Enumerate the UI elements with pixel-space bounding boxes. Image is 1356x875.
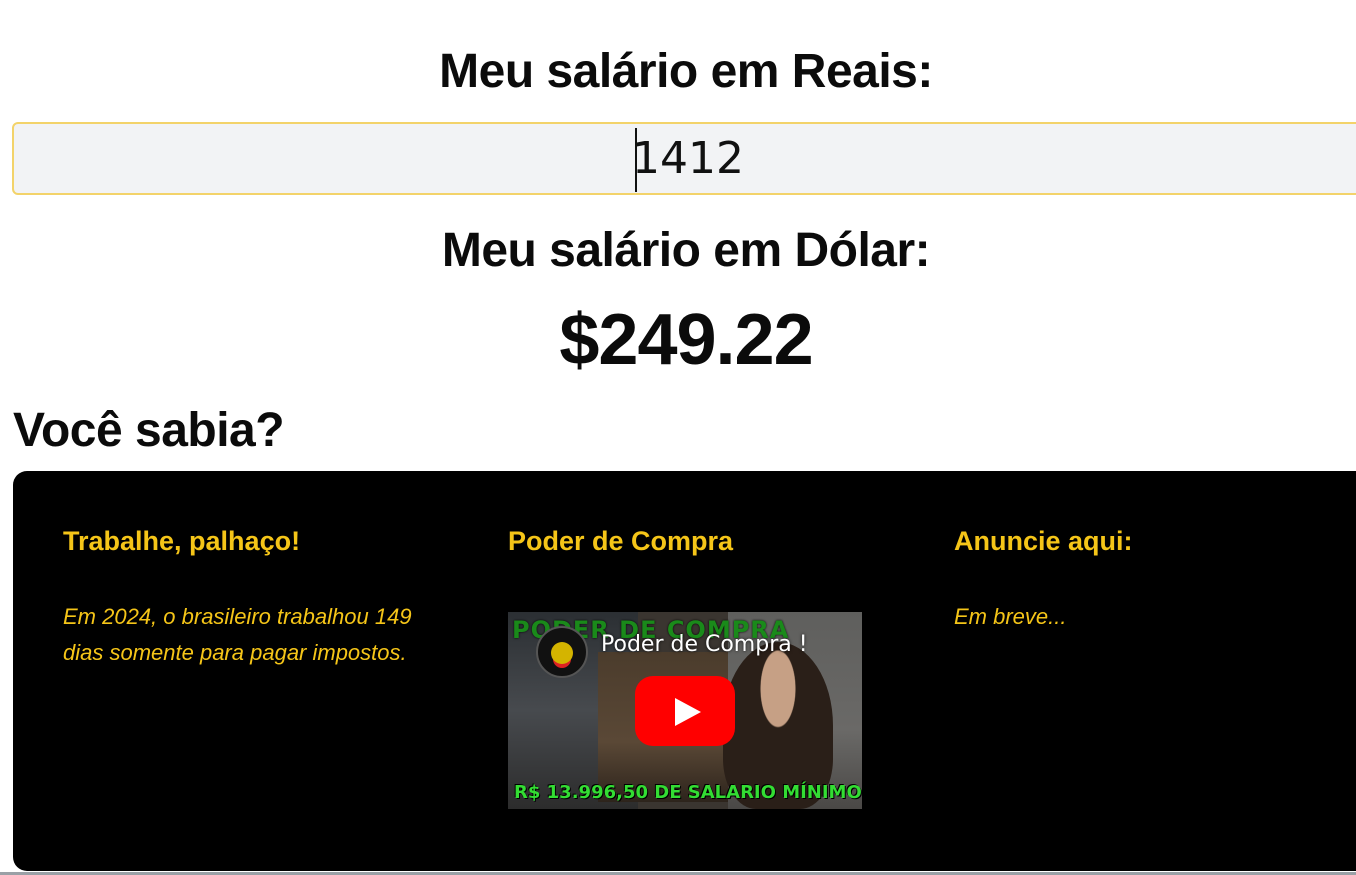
fact-text-taxes: Em 2024, o brasileiro trabalhou 149 dias… xyxy=(63,604,412,665)
page: Meu salário em Reais: Meu salário em Dól… xyxy=(0,0,1356,875)
facts-panel: Trabalhe, palhaço! Em 2024, o brasileiro… xyxy=(13,471,1356,871)
video-thumbnail-caption: R$ 13.996,50 DE SALARIO MÍNIMO ! xyxy=(514,782,862,803)
fact-text-ads: Em breve... xyxy=(954,604,1067,629)
text-caret xyxy=(635,128,637,192)
fact-title-buying-power: Poder de Compra xyxy=(508,526,734,556)
youtube-play-icon[interactable] xyxy=(635,676,735,746)
fact-title-ads: Anuncie aqui: xyxy=(954,526,1133,556)
salary-dolar-value: $249.22 xyxy=(559,300,813,380)
facts-heading: Você sabia? xyxy=(13,404,285,457)
fact-title-taxes: Trabalhe, palhaço! xyxy=(63,526,301,556)
reais-heading: Meu salário em Reais: xyxy=(439,45,933,98)
channel-avatar-icon[interactable] xyxy=(536,626,588,678)
youtube-video-embed[interactable]: PODER DE COMPRA Poder de Compra ! R$ 13.… xyxy=(508,612,862,809)
salary-reais-input[interactable] xyxy=(12,122,1356,195)
dolar-heading: Meu salário em Dólar: xyxy=(441,224,931,277)
video-title[interactable]: Poder de Compra ! xyxy=(601,632,808,657)
